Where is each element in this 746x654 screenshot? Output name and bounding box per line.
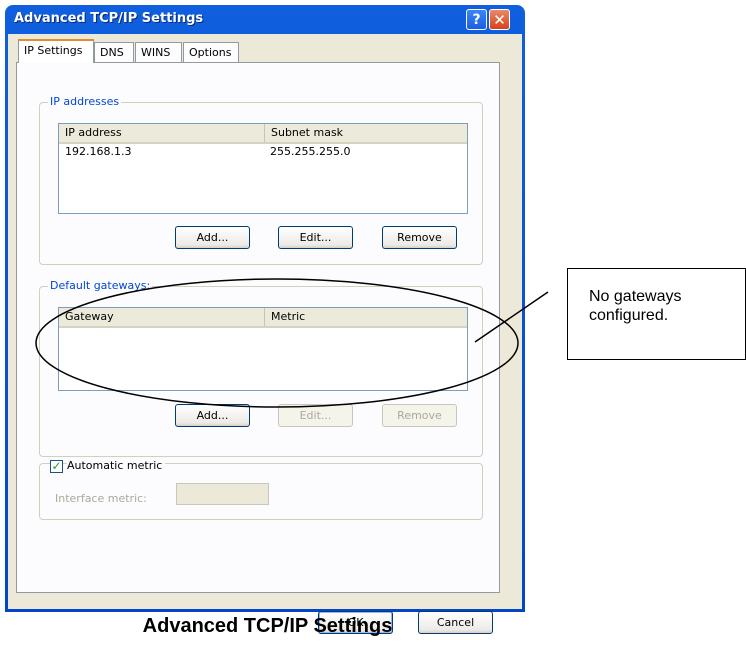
annotation-callout: No gateways configured.: [567, 268, 746, 360]
tab-ip-settings[interactable]: IP Settings: [18, 39, 94, 63]
annotation-text: No gateways configured.: [589, 288, 682, 324]
tab-label: IP Settings: [24, 44, 83, 57]
figure-caption: Advanced TCP/IP Settings: [142, 615, 393, 637]
highlight-ellipse: [35, 278, 519, 408]
leader-line: [474, 291, 549, 343]
